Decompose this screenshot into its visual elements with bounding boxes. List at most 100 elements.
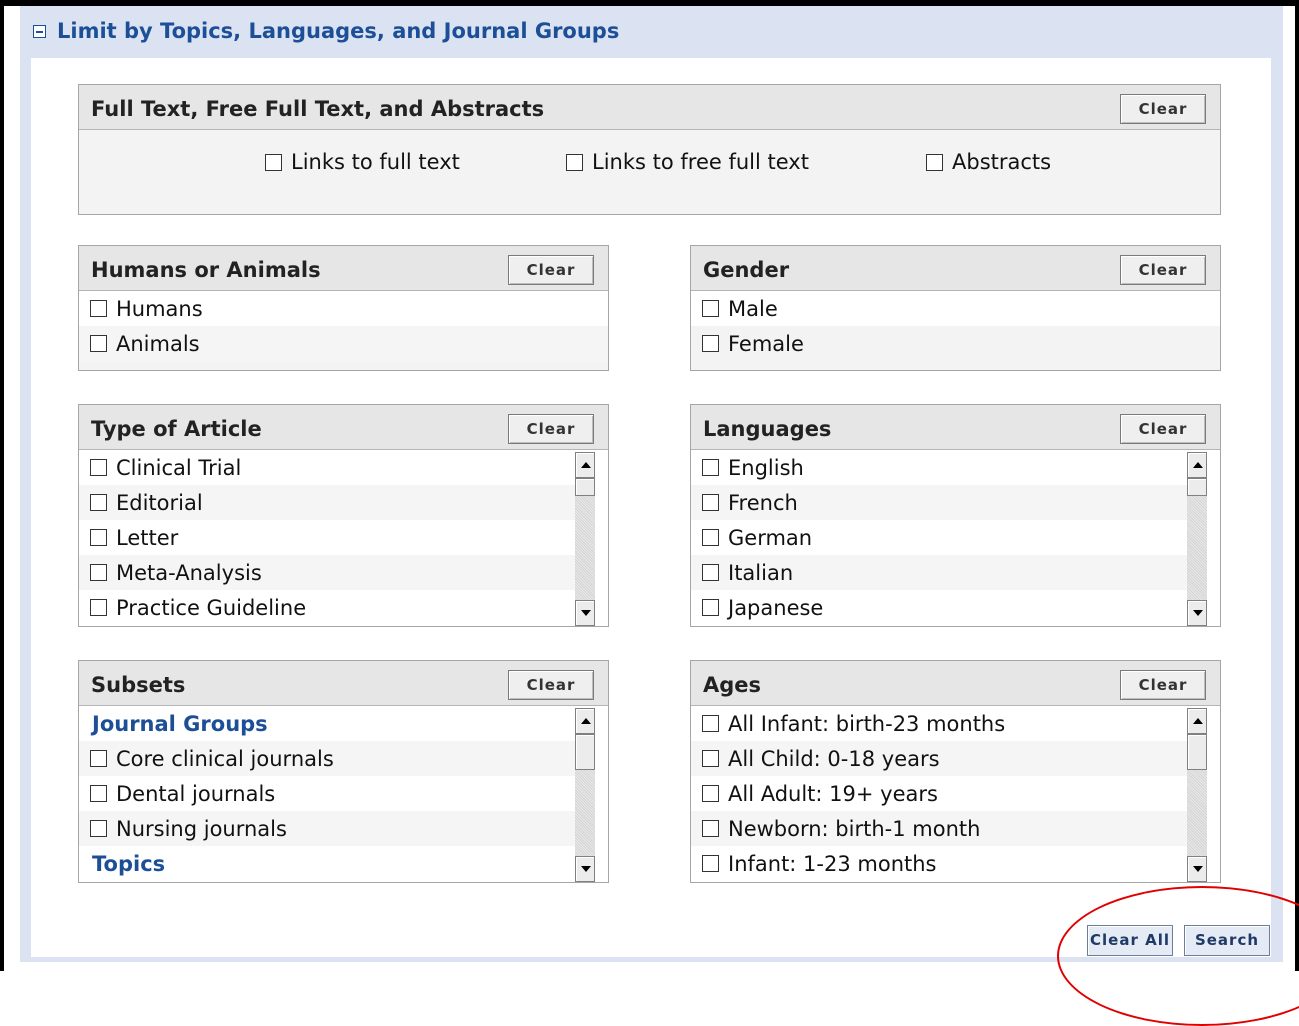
checkbox[interactable] bbox=[702, 820, 719, 837]
list-item[interactable]: All Infant: birth-23 months bbox=[691, 706, 1187, 741]
checkbox[interactable] bbox=[90, 599, 107, 616]
gender-header: Gender Clear bbox=[691, 246, 1220, 291]
checkbox[interactable] bbox=[926, 153, 943, 171]
checkbox[interactable] bbox=[702, 715, 719, 732]
scroll-thumb[interactable] bbox=[1187, 478, 1207, 496]
list-item[interactable]: German bbox=[691, 520, 1187, 555]
checkbox[interactable] bbox=[702, 459, 719, 476]
option-label: Links to free full text bbox=[592, 150, 809, 174]
humans-animals-list: Humans Animals bbox=[79, 291, 608, 370]
checkbox[interactable] bbox=[90, 459, 107, 476]
checkbox[interactable] bbox=[90, 529, 107, 546]
fulltext-option-links-full-text[interactable]: Links to full text bbox=[265, 150, 460, 174]
article-type-header: Type of Article Clear bbox=[79, 405, 608, 450]
vertical-scrollbar[interactable] bbox=[575, 452, 595, 626]
item-label: German bbox=[728, 525, 813, 550]
list-item-female[interactable]: Female bbox=[691, 326, 1220, 361]
list-item[interactable]: Meta-Analysis bbox=[79, 555, 575, 590]
item-label: Newborn: birth-1 month bbox=[728, 816, 981, 841]
list-item[interactable]: French bbox=[691, 485, 1187, 520]
list-item[interactable]: Japanese bbox=[691, 590, 1187, 625]
scroll-down-arrow-icon[interactable] bbox=[575, 856, 595, 882]
scroll-up-arrow-icon[interactable] bbox=[575, 452, 595, 478]
item-label: Animals bbox=[116, 331, 200, 356]
checkbox[interactable] bbox=[702, 855, 719, 872]
checkbox[interactable] bbox=[90, 820, 107, 837]
list-item[interactable]: Editorial bbox=[79, 485, 575, 520]
scroll-down-arrow-icon[interactable] bbox=[1187, 600, 1207, 626]
list-item[interactable]: Practice Guideline bbox=[79, 590, 575, 625]
subsets-box: Subsets Clear Journal Groups Core clinic… bbox=[78, 660, 609, 883]
list-item[interactable]: English bbox=[691, 450, 1187, 485]
list-item[interactable]: All Child: 0-18 years bbox=[691, 741, 1187, 776]
item-label: Male bbox=[728, 296, 778, 321]
scroll-up-arrow-icon[interactable] bbox=[1187, 708, 1207, 734]
languages-clear-button[interactable]: Clear bbox=[1120, 414, 1206, 444]
article-type-clear-button[interactable]: Clear bbox=[508, 414, 594, 444]
checkbox[interactable] bbox=[566, 153, 583, 171]
languages-box: Languages Clear English French German It… bbox=[690, 404, 1221, 627]
item-label: Core clinical journals bbox=[116, 746, 334, 771]
list-item[interactable]: Clinical Trial bbox=[79, 450, 575, 485]
vertical-scrollbar[interactable] bbox=[1187, 708, 1207, 882]
checkbox[interactable] bbox=[702, 599, 719, 616]
fulltext-clear-button[interactable]: Clear bbox=[1120, 94, 1206, 124]
checkbox[interactable] bbox=[265, 153, 282, 171]
scroll-down-arrow-icon[interactable] bbox=[1187, 856, 1207, 882]
humans-animals-clear-button[interactable]: Clear bbox=[508, 255, 594, 285]
section-title[interactable]: Limit by Topics, Languages, and Journal … bbox=[57, 19, 619, 43]
scroll-thumb[interactable] bbox=[575, 478, 595, 496]
checkbox[interactable] bbox=[90, 750, 107, 767]
checkbox[interactable] bbox=[702, 750, 719, 767]
list-item-animals[interactable]: Animals bbox=[79, 326, 608, 361]
ages-clear-button[interactable]: Clear bbox=[1120, 670, 1206, 700]
fulltext-option-abstracts[interactable]: Abstracts bbox=[926, 150, 1051, 174]
list-item[interactable]: Letter bbox=[79, 520, 575, 555]
list-item[interactable]: Italian bbox=[691, 555, 1187, 590]
scroll-thumb[interactable] bbox=[1187, 734, 1207, 770]
vertical-scrollbar[interactable] bbox=[1187, 452, 1207, 626]
checkbox[interactable] bbox=[702, 529, 719, 546]
list-item[interactable]: Dental journals bbox=[79, 776, 575, 811]
checkbox[interactable] bbox=[702, 300, 719, 317]
checkbox[interactable] bbox=[90, 564, 107, 581]
gender-clear-button[interactable]: Clear bbox=[1120, 255, 1206, 285]
item-label: English bbox=[728, 455, 804, 480]
ages-title: Ages bbox=[703, 673, 762, 697]
item-label: All Adult: 19+ years bbox=[728, 781, 938, 806]
scroll-content: Clinical Trial Editorial Letter Meta-Ana… bbox=[79, 450, 575, 626]
scroll-down-arrow-icon[interactable] bbox=[575, 600, 595, 626]
subsets-clear-button[interactable]: Clear bbox=[508, 670, 594, 700]
list-item[interactable]: Infant: 1-23 months bbox=[691, 846, 1187, 881]
scroll-up-arrow-icon[interactable] bbox=[575, 708, 595, 734]
collapse-minus-icon[interactable] bbox=[33, 25, 46, 38]
checkbox[interactable] bbox=[90, 785, 107, 802]
list-item[interactable]: Core clinical journals bbox=[79, 741, 575, 776]
list-item-male[interactable]: Male bbox=[691, 291, 1220, 326]
list-item[interactable]: All Adult: 19+ years bbox=[691, 776, 1187, 811]
list-item-humans[interactable]: Humans bbox=[79, 291, 608, 326]
item-label: French bbox=[728, 490, 798, 515]
clear-all-button[interactable]: Clear All bbox=[1087, 925, 1173, 956]
scroll-content: All Infant: birth-23 months All Child: 0… bbox=[691, 706, 1187, 882]
list-item[interactable]: Newborn: birth-1 month bbox=[691, 811, 1187, 846]
checkbox[interactable] bbox=[90, 300, 107, 317]
checkbox[interactable] bbox=[90, 494, 107, 511]
gender-title: Gender bbox=[703, 258, 790, 282]
checkbox[interactable] bbox=[702, 785, 719, 802]
checkbox[interactable] bbox=[702, 494, 719, 511]
section-header[interactable]: Limit by Topics, Languages, and Journal … bbox=[20, 6, 1283, 58]
checkbox[interactable] bbox=[90, 335, 107, 352]
languages-header: Languages Clear bbox=[691, 405, 1220, 450]
list-item[interactable]: Nursing journals bbox=[79, 811, 575, 846]
checkbox[interactable] bbox=[702, 564, 719, 581]
fulltext-option-links-free-full-text[interactable]: Links to free full text bbox=[566, 150, 809, 174]
scroll-up-arrow-icon[interactable] bbox=[1187, 452, 1207, 478]
ages-list: All Infant: birth-23 months All Child: 0… bbox=[691, 706, 1220, 882]
subsets-title: Subsets bbox=[91, 673, 186, 697]
vertical-scrollbar[interactable] bbox=[575, 708, 595, 882]
search-button[interactable]: Search bbox=[1184, 925, 1270, 956]
option-label: Links to full text bbox=[291, 150, 460, 174]
checkbox[interactable] bbox=[702, 335, 719, 352]
scroll-thumb[interactable] bbox=[575, 734, 595, 770]
